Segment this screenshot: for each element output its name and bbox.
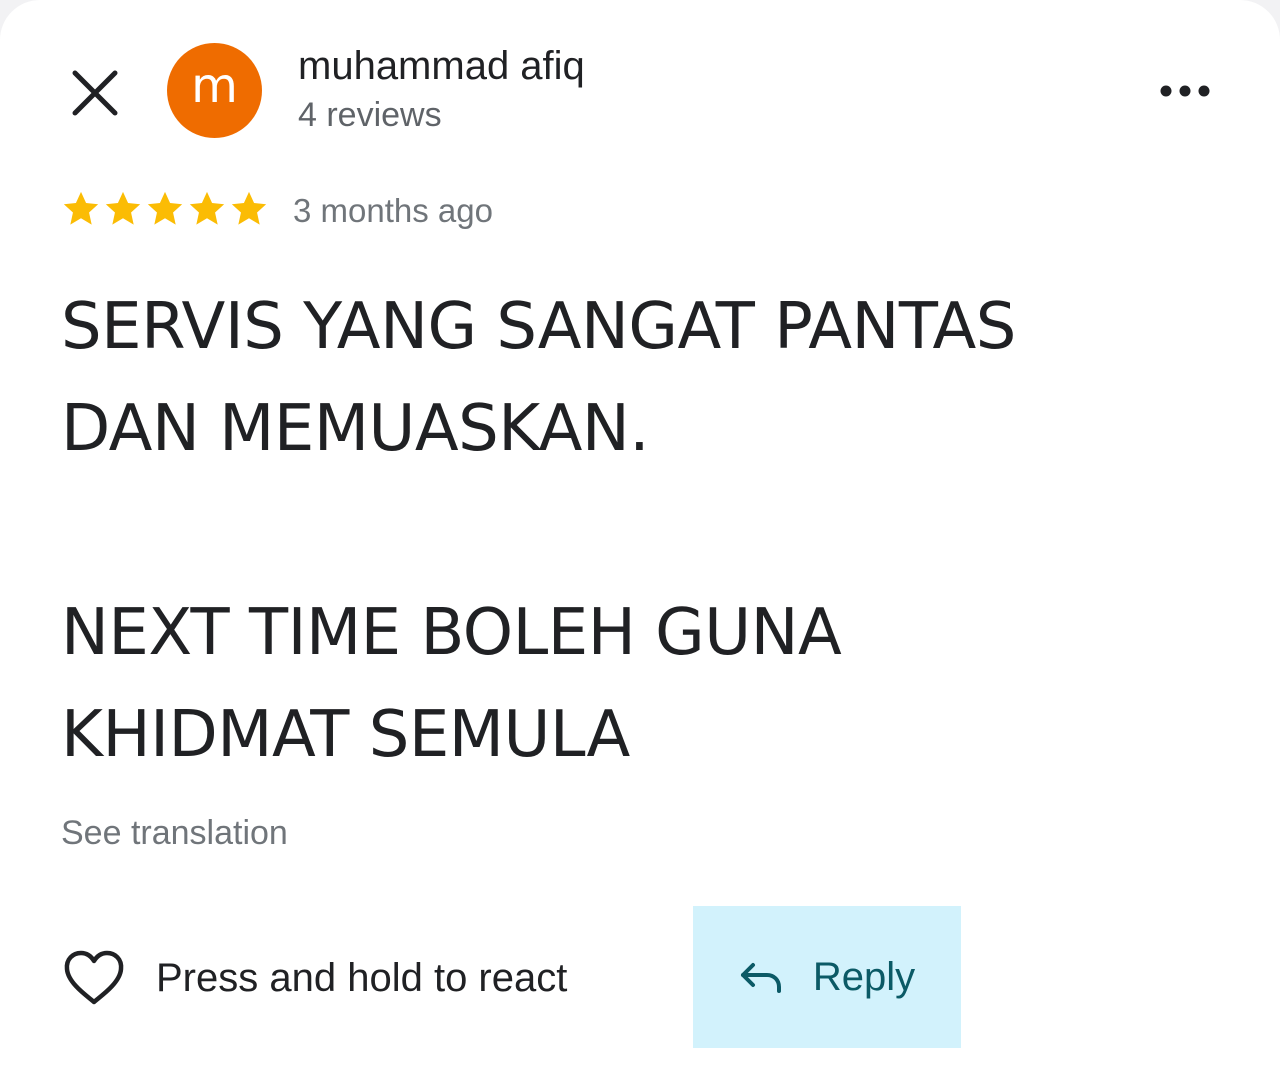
review-time: 3 months ago [293,192,493,229]
review-line: DAN MEMUASKAN. [61,392,650,466]
review-line: KHIDMAT SEMULA [61,698,630,772]
close-icon [72,70,118,116]
close-button[interactable] [66,64,124,122]
reviewer-name[interactable]: muhammad afiq [298,44,585,89]
star-icon [63,191,99,225]
review-line: NEXT TIME BOLEH GUNA [61,596,842,670]
reply-arrow-icon [740,963,781,993]
see-translation-link[interactable]: See translation [61,814,288,853]
more-horizontal-icon [1160,85,1210,97]
more-options-button[interactable] [1154,72,1216,110]
star-icon [105,191,141,225]
star-icon [147,191,183,225]
heart-outline-icon [64,950,124,1005]
review-count: 4 reviews [298,96,442,134]
review-detail-card: m muhammad afiq 4 reviews 3 months ago S… [0,0,1280,1088]
review-line: SERVIS YANG SANGAT PANTAS [61,290,1016,364]
reply-label: Reply [812,954,916,999]
review-text: SERVIS YANG SANGAT PANTAS DAN MEMUASKAN.… [61,276,1211,786]
avatar[interactable]: m [167,43,262,138]
reply-button[interactable]: Reply [693,906,961,1048]
react-label: Press and hold to react [156,955,568,1000]
react-button[interactable]: Press and hold to react [62,946,567,1010]
star-icon [231,191,267,225]
star-icon [189,191,225,225]
star-rating [60,188,270,230]
